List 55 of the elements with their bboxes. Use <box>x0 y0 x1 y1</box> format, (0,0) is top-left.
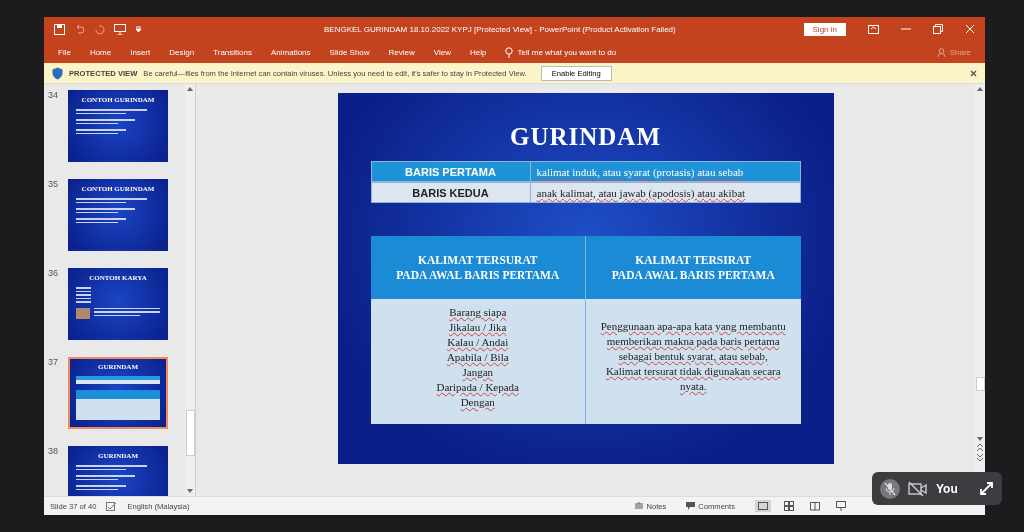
ribbon-tab[interactable]: View <box>433 47 452 57</box>
table-header: KALIMAT TERSIRAT PADA AWAL BARIS PERTAMA <box>586 236 801 299</box>
camera-icon[interactable] <box>908 480 928 497</box>
expand-icon[interactable] <box>979 481 994 496</box>
slide-number: 34 <box>48 90 59 102</box>
table-cell: Penggunaan apa-apa kata yang membantu memberikan makna pada baris pertama sebagai bentuk syarat, atau sebab, Kalimat tersurat tidak digunakan secara nyata. <box>586 299 801 424</box>
slide-number: 38 <box>48 446 59 458</box>
participant-name: You <box>936 481 958 496</box>
next-slide-icon[interactable] <box>977 454 983 461</box>
restore-icon[interactable] <box>933 24 943 34</box>
ribbon-display-icon[interactable] <box>868 24 879 34</box>
ribbon-tab[interactable]: Animations <box>271 47 311 57</box>
comment-icon <box>686 502 696 510</box>
shield-icon <box>52 66 63 80</box>
normal-view-icon[interactable] <box>755 500 771 512</box>
table-header: KALIMAT TERSURAT PADA AWAL BARIS PERTAMA <box>370 236 585 299</box>
previous-slide-icon[interactable] <box>977 444 983 451</box>
scroll-down-icon[interactable] <box>977 437 983 441</box>
scroll-up-icon[interactable] <box>977 87 983 91</box>
reading-view-icon[interactable] <box>807 500 823 512</box>
ribbon-tab[interactable]: Help <box>470 47 487 57</box>
lightbulb-icon <box>505 46 514 58</box>
dropdown-icon[interactable] <box>135 25 142 33</box>
slideshow-icon[interactable] <box>833 500 849 512</box>
table-cell: kalimat induk, atau syarat (protasis) atau sebab <box>529 162 800 181</box>
scroll-down-icon[interactable] <box>187 489 193 493</box>
slide-sorter-icon[interactable] <box>781 500 797 512</box>
table-cell: Barang siapa Jikalau / Jika Kalau / Andai Apabila / Bila Jangan Daripada / Kepada Dengan <box>370 299 585 424</box>
ribbon-tab[interactable]: Slide Show <box>329 47 370 57</box>
spelling-icon[interactable] <box>106 501 118 511</box>
ribbon-tab[interactable]: Design <box>169 47 195 57</box>
close-icon[interactable] <box>970 69 977 77</box>
notes-icon <box>635 502 644 510</box>
tell-me-search[interactable]: Tell me what you want to do <box>505 46 617 58</box>
slide-number: 36 <box>48 268 59 280</box>
ribbon-tab[interactable]: Insert <box>130 47 151 57</box>
microphone-button[interactable] <box>880 478 900 499</box>
scrollbar-thumb[interactable] <box>185 410 195 456</box>
sign-in-button[interactable]: Sign in <box>803 22 846 36</box>
table-cell-text: BARIS PERTAMA <box>404 165 497 178</box>
ribbon-tab[interactable]: File <box>58 47 71 57</box>
ribbon-tab[interactable]: Home <box>89 47 112 57</box>
slide-number: 35 <box>48 179 59 191</box>
ribbon-tab[interactable]: Transitions <box>213 47 252 57</box>
table-cell-text: BARIS KEDUA <box>411 186 490 199</box>
table-cell: anak kalimat, atau jawab (apodosis) atau akibat <box>529 183 800 202</box>
window-title: BENGKEL GURINDAM 18.10.2022 KYPJ [Protected View] - PowerPoint (Product Activation Failed) <box>324 24 677 34</box>
ribbon-tab[interactable]: Review <box>388 47 415 57</box>
save-icon[interactable] <box>54 23 65 35</box>
scrollbar-thumb[interactable] <box>975 377 985 391</box>
presentation-icon[interactable] <box>114 23 126 35</box>
slide-title: GURINDAM <box>509 123 661 151</box>
scroll-up-icon[interactable] <box>187 87 193 91</box>
person-icon <box>936 47 946 57</box>
slide-number: 37 <box>48 357 59 369</box>
